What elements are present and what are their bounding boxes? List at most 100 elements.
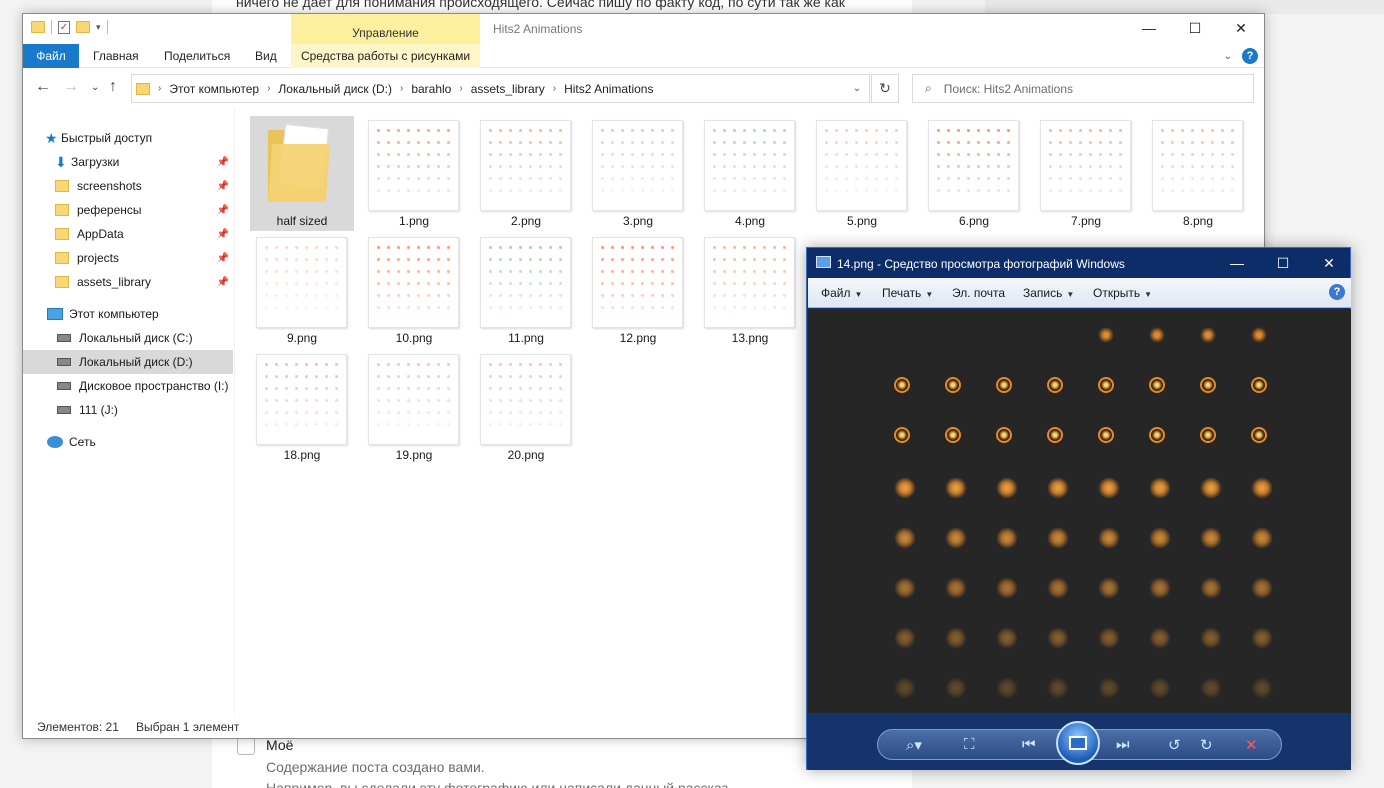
- maximize-button[interactable]: ☐: [1260, 248, 1306, 278]
- forward-arrow-icon[interactable]: →: [63, 78, 79, 96]
- sprite-frame: [945, 677, 967, 699]
- file-name: 13.png: [731, 331, 769, 345]
- rotate-left-icon[interactable]: ↺: [1168, 736, 1181, 754]
- sidebar-item-drive-c[interactable]: Локальный диск (C:): [23, 326, 233, 350]
- sidebar-item-projects[interactable]: projects 📌: [23, 246, 233, 270]
- file-tile[interactable]: 9.png: [250, 233, 354, 348]
- help-icon[interactable]: ?: [1329, 284, 1345, 300]
- folder-tile[interactable]: half sized: [250, 116, 354, 231]
- sidebar-item-drive-j[interactable]: 111 (J:): [23, 398, 233, 422]
- slideshow-button[interactable]: [1056, 721, 1100, 765]
- chevron-right-icon[interactable]: ›: [553, 83, 556, 94]
- customize-toolbar-icon[interactable]: ▾: [96, 22, 101, 33]
- file-tile[interactable]: 6.png: [922, 116, 1026, 231]
- close-button[interactable]: ✕: [1218, 14, 1264, 44]
- back-arrow-icon[interactable]: ←: [35, 78, 51, 96]
- search-input[interactable]: ⌕ Поиск: Hits2 Animations: [912, 74, 1254, 103]
- menu-burn[interactable]: Запись ▼: [1023, 286, 1074, 300]
- sidebar-item-assets-library[interactable]: assets_library 📌: [23, 270, 233, 294]
- up-arrow-icon[interactable]: ↑: [109, 78, 117, 96]
- sidebar-item-this-pc[interactable]: Этот компьютер: [23, 302, 233, 326]
- menu-email[interactable]: Эл. почта: [952, 286, 1005, 300]
- file-tile[interactable]: 19.png: [362, 350, 466, 465]
- zoom-icon[interactable]: ⌕▾: [906, 736, 922, 754]
- sidebar-item-label: Сеть: [69, 435, 96, 449]
- sidebar-item-appdata[interactable]: AppData 📌: [23, 222, 233, 246]
- chevron-down-icon: ▼: [1144, 290, 1153, 299]
- actual-size-icon[interactable]: ⛶: [964, 736, 975, 753]
- sidebar-item-screenshots[interactable]: screenshots 📌: [23, 174, 233, 198]
- sidebar-item-label: Загрузки: [71, 155, 120, 169]
- own-content-checkbox[interactable]: [237, 737, 255, 755]
- new-folder-icon[interactable]: [76, 21, 90, 33]
- file-name: 8.png: [1182, 214, 1214, 228]
- sidebar-item-references[interactable]: референсы 📌: [23, 198, 233, 222]
- chevron-right-icon[interactable]: ›: [459, 83, 462, 94]
- file-tile[interactable]: 12.png: [586, 233, 690, 348]
- sidebar-item-quick-access[interactable]: ★ Быстрый доступ: [23, 126, 233, 150]
- expand-ribbon-icon[interactable]: ⌄: [1224, 51, 1232, 62]
- minimize-button[interactable]: —: [1126, 14, 1172, 44]
- chevron-down-icon: ▼: [925, 290, 934, 299]
- ribbon-controls: ⌄ ?: [1224, 48, 1258, 64]
- file-tile[interactable]: 8.png: [1146, 116, 1250, 231]
- file-tile[interactable]: 20.png: [474, 350, 578, 465]
- tab-share[interactable]: Поделиться: [164, 44, 230, 68]
- breadcrumb-assets-library[interactable]: assets_library: [471, 82, 545, 96]
- file-tile[interactable]: 13.png: [698, 233, 802, 348]
- chevron-down-icon[interactable]: ⌄: [845, 75, 869, 102]
- sidebar-item-network[interactable]: Сеть: [23, 430, 233, 454]
- drive-icon: [57, 334, 71, 342]
- sprite-frame: [996, 677, 1018, 699]
- minimize-button[interactable]: —: [1214, 248, 1260, 278]
- file-tile[interactable]: 4.png: [698, 116, 802, 231]
- breadcrumb-hits2-animations[interactable]: Hits2 Animations: [564, 82, 653, 96]
- file-tile[interactable]: 11.png: [474, 233, 578, 348]
- delete-icon[interactable]: ✕: [1245, 736, 1258, 754]
- previous-icon[interactable]: ⏮: [1022, 736, 1036, 753]
- chevron-right-icon[interactable]: ›: [400, 83, 403, 94]
- chevron-right-icon[interactable]: ›: [158, 83, 161, 94]
- file-tile[interactable]: 1.png: [362, 116, 466, 231]
- tab-home[interactable]: Главная: [93, 44, 139, 68]
- maximize-button[interactable]: ☐: [1172, 14, 1218, 44]
- breadcrumb-drive-d[interactable]: Локальный диск (D:): [278, 82, 392, 96]
- file-tile[interactable]: 3.png: [586, 116, 690, 231]
- image-canvas[interactable]: [808, 309, 1351, 713]
- sprite-frame: [1251, 427, 1267, 443]
- sidebar-item-drive-d[interactable]: Локальный диск (D:): [23, 350, 233, 374]
- close-button[interactable]: ✕: [1306, 248, 1352, 278]
- sprite-frame: [996, 427, 1012, 443]
- file-tile[interactable]: 7.png: [1034, 116, 1138, 231]
- ribbon-tabs: Файл Главная Поделиться Вид Средства раб…: [23, 44, 1264, 68]
- address-bar[interactable]: › Этот компьютер › Локальный диск (D:) ›…: [131, 74, 870, 103]
- sidebar-item-downloads[interactable]: ⬇ Загрузки 📌: [23, 150, 233, 174]
- file-tile[interactable]: 2.png: [474, 116, 578, 231]
- tab-file[interactable]: Файл: [23, 44, 79, 68]
- rotate-right-icon[interactable]: ↻: [1200, 736, 1213, 754]
- next-icon[interactable]: ⏭: [1116, 736, 1130, 753]
- file-tile[interactable]: 10.png: [362, 233, 466, 348]
- image-thumbnail: [256, 237, 347, 328]
- breadcrumb-this-pc[interactable]: Этот компьютер: [169, 82, 259, 96]
- help-icon[interactable]: ?: [1242, 48, 1258, 64]
- breadcrumb-barahlo[interactable]: barahlo: [411, 82, 451, 96]
- file-name: 4.png: [734, 214, 766, 228]
- chevron-right-icon[interactable]: ›: [267, 83, 270, 94]
- sprite-frame: [1251, 577, 1273, 599]
- menu-print[interactable]: Печать ▼: [882, 286, 933, 300]
- sidebar-item-label: 111 (J:): [79, 403, 118, 417]
- sidebar-item-drive-i[interactable]: Дисковое пространство (I:): [23, 374, 233, 398]
- recent-locations-icon[interactable]: ⌄: [91, 82, 99, 93]
- properties-icon[interactable]: ✓: [58, 20, 70, 34]
- menu-file[interactable]: Файл ▼: [821, 286, 862, 300]
- tab-picture-tools[interactable]: Средства работы с рисунками: [291, 44, 480, 68]
- sidebar-item-label: screenshots: [77, 179, 142, 193]
- tab-view[interactable]: Вид: [255, 44, 277, 68]
- refresh-button[interactable]: ↻: [871, 74, 899, 103]
- menu-open[interactable]: Открыть ▼: [1093, 286, 1152, 300]
- file-tile[interactable]: 18.png: [250, 350, 354, 465]
- file-tile[interactable]: 5.png: [810, 116, 914, 231]
- viewer-titlebar: 14.png - Средство просмотра фотографий W…: [807, 248, 1350, 278]
- file-name: 11.png: [508, 331, 544, 345]
